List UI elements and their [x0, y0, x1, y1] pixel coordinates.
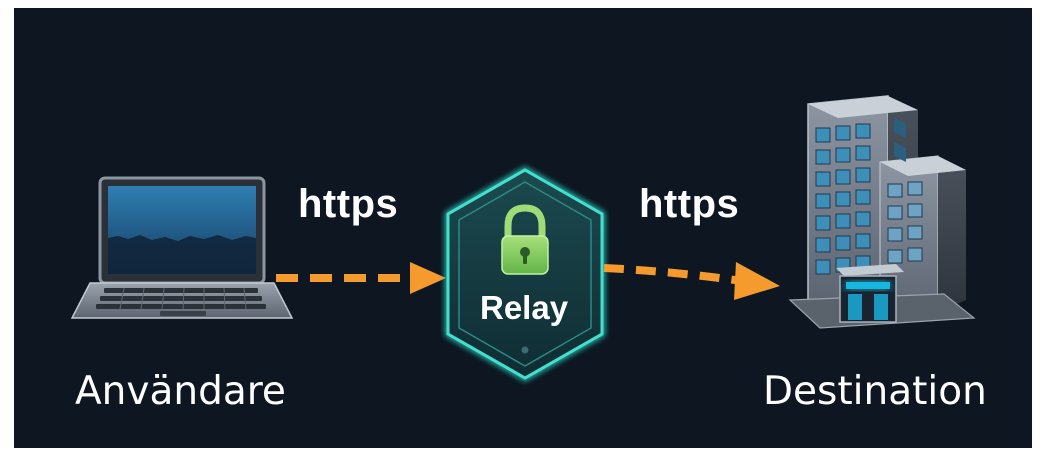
relay-node: [445, 166, 605, 382]
laptop-icon: [70, 176, 294, 319]
destination-label: Destination: [763, 369, 987, 414]
edge-user-to-relay: [276, 262, 446, 294]
user-label: Användare: [75, 369, 286, 414]
arrowhead-icon: [734, 262, 780, 300]
arrowhead-icon: [410, 262, 446, 294]
diagram-canvas: https https Relay Användare Destination: [0, 0, 1041, 454]
office-building-icon: [788, 95, 976, 329]
edge-label-relay-destination: https: [639, 182, 740, 226]
edge-relay-to-destination: [603, 262, 780, 300]
indicator-dot: [521, 346, 529, 354]
edge-label-user-relay: https: [298, 182, 399, 226]
relay-label: Relay: [480, 289, 569, 326]
